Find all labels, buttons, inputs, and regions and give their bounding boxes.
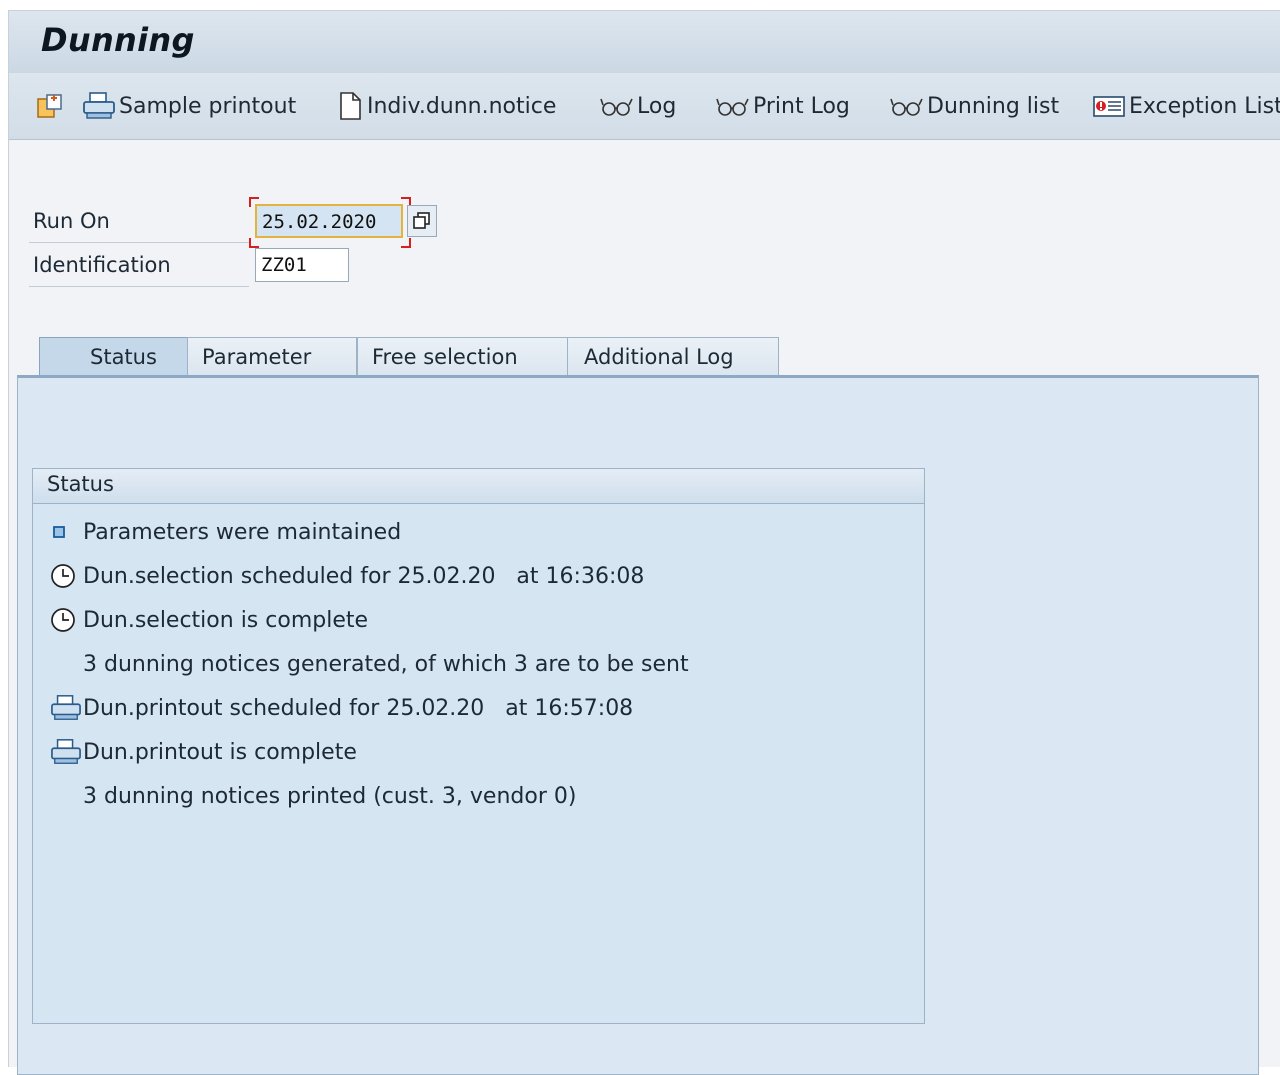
status-line-text: Parameters were maintained — [83, 519, 402, 545]
sample-printout-button[interactable]: Sample printout — [81, 73, 296, 139]
printer-icon — [49, 693, 83, 723]
indiv-dunn-notice-button[interactable]: Indiv.dunn.notice — [335, 73, 556, 139]
tab-content-status: Status Parameters were maintained Dun.se… — [17, 375, 1259, 1075]
title-bar: Dunning — [9, 11, 1280, 73]
copy-icon — [413, 212, 430, 229]
identification-underline — [29, 286, 249, 287]
status-line: Dun.selection is complete — [49, 600, 909, 640]
log-button[interactable]: Log — [599, 73, 676, 139]
status-line-text: Dun.printout scheduled for 25.02.20 at 1… — [83, 695, 634, 721]
dunning-list-button[interactable]: Dunning list — [889, 73, 1059, 139]
clock-icon — [49, 605, 83, 635]
edit-icon — [37, 94, 62, 118]
dunning-list-label: Dunning list — [927, 93, 1060, 119]
glasses-icon — [600, 98, 633, 116]
run-on-date-input[interactable]: 25.02.2020 — [255, 204, 403, 238]
status-line: Dun.printout is complete — [49, 732, 909, 772]
tab-additional-log[interactable]: Additional Log — [567, 337, 779, 375]
print-log-button[interactable]: Print Log — [715, 73, 850, 139]
indiv-dunn-notice-label: Indiv.dunn.notice — [367, 93, 557, 119]
status-line: Dun.printout scheduled for 25.02.20 at 1… — [49, 688, 909, 728]
required-marker — [401, 238, 411, 248]
dunning-window: Dunning Sample printout Indiv.dunn.notic… — [8, 10, 1280, 1075]
tab-free-selection-label: Free selection — [372, 345, 518, 369]
status-group: Status Parameters were maintained Dun.se… — [32, 468, 925, 1024]
status-line-text: 3 dunning notices generated, of which 3 … — [83, 651, 689, 677]
status-line: Parameters were maintained — [49, 512, 909, 552]
identification-label: Identification — [33, 253, 171, 277]
status-group-title: Status — [47, 472, 114, 496]
status-line: Dun.selection scheduled for 25.02.20 at … — [49, 556, 909, 596]
square-bullet-icon — [49, 517, 83, 547]
clock-icon — [49, 561, 83, 591]
run-on-underline — [29, 242, 249, 243]
edit-button[interactable] — [33, 73, 67, 139]
page-title: Dunning — [41, 21, 195, 59]
glasses-icon — [890, 98, 923, 116]
tab-parameter-label: Parameter — [202, 345, 312, 369]
exception-list-label: Exception List — [1129, 93, 1280, 119]
run-on-label: Run On — [33, 209, 110, 233]
status-line-text: 3 dunning notices printed (cust. 3, vend… — [83, 783, 577, 809]
print-log-label: Print Log — [753, 93, 850, 119]
tab-status[interactable]: Status — [39, 337, 189, 375]
status-line-text: Dun.printout is complete — [83, 739, 357, 765]
status-line-text: Dun.selection scheduled for 25.02.20 at … — [83, 563, 645, 589]
application-toolbar: Sample printout Indiv.dunn.notice Log Pr… — [9, 73, 1280, 140]
tab-free-selection[interactable]: Free selection — [357, 337, 569, 375]
status-line: 3 dunning notices printed (cust. 3, vend… — [49, 776, 909, 816]
status-line-text: Dun.selection is complete — [83, 607, 369, 633]
printer-icon — [49, 737, 83, 767]
printer-icon — [83, 92, 115, 119]
status-group-header: Status — [33, 469, 924, 504]
tab-status-label: Status — [90, 345, 157, 369]
exception-list-button[interactable]: Exception List — [1091, 73, 1280, 139]
identification-input[interactable]: ZZ01 — [255, 248, 349, 282]
glasses-icon — [716, 98, 749, 116]
exception-list-icon — [1093, 96, 1125, 117]
log-label: Log — [637, 93, 677, 119]
sample-printout-label: Sample printout — [119, 93, 297, 119]
value-help-button[interactable] — [407, 205, 437, 237]
tab-additional-log-label: Additional Log — [584, 345, 734, 369]
tab-parameter[interactable]: Parameter — [187, 337, 357, 375]
status-line: 3 dunning notices generated, of which 3 … — [49, 644, 909, 684]
document-icon — [340, 92, 361, 120]
